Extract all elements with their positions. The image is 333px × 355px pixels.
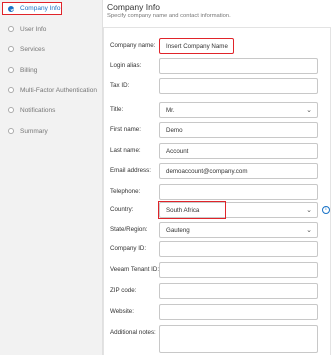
email-label: Email address: xyxy=(110,167,151,174)
title-select[interactable]: Mr. ⌄ xyxy=(159,102,318,118)
notes-textarea[interactable] xyxy=(159,325,318,353)
website-row: Website: xyxy=(104,304,332,320)
country-highlight-box xyxy=(158,201,226,219)
zip-label: ZIP code: xyxy=(110,287,137,294)
sidebar-item-label: Notifications xyxy=(20,106,56,114)
company-name-row: Company name: Insert Company Name xyxy=(104,38,332,54)
circle-icon xyxy=(8,67,14,73)
circle-icon xyxy=(8,107,14,113)
telephone-row: Telephone: xyxy=(104,184,332,200)
sidebar-item-services[interactable]: Services xyxy=(8,42,45,56)
sidebar-item-billing[interactable]: Billing xyxy=(8,63,37,77)
notes-row: Additional notes: xyxy=(104,325,332,353)
info-icon[interactable]: i xyxy=(322,206,330,214)
last-name-field[interactable]: Account xyxy=(159,143,318,159)
zip-field[interactable] xyxy=(159,283,318,299)
check-circle-icon xyxy=(8,5,14,12)
state-value: Gauteng xyxy=(166,227,190,234)
sidebar-item-user-info[interactable]: User Info xyxy=(8,22,46,36)
circle-icon xyxy=(8,46,14,52)
login-alias-field[interactable] xyxy=(159,58,318,74)
company-name-field[interactable]: Insert Company Name xyxy=(159,38,234,54)
company-id-row: Company ID: xyxy=(104,241,332,257)
circle-icon xyxy=(8,87,14,93)
last-name-row: Last name: Account xyxy=(104,143,332,159)
title-row: Title: Mr. ⌄ xyxy=(104,102,332,118)
company-info-form: Company name: Insert Company Name Login … xyxy=(103,27,331,355)
sidebar-item-summary[interactable]: Summary xyxy=(8,124,48,138)
circle-icon xyxy=(8,128,14,134)
telephone-field[interactable] xyxy=(159,184,318,200)
country-row: Country: South Africa ⌄ i xyxy=(104,201,332,219)
website-label: Website: xyxy=(110,308,134,315)
tenant-id-field[interactable] xyxy=(159,262,318,278)
chevron-down-icon: ⌄ xyxy=(306,227,312,234)
main-panel: Company Info Specify company name and co… xyxy=(103,0,333,355)
page-title: Company Info xyxy=(107,2,160,12)
country-label: Country: xyxy=(110,206,134,213)
sidebar-item-label: Services xyxy=(20,45,45,53)
sidebar-item-notifications[interactable]: Notifications xyxy=(8,103,55,117)
state-label: State/Region: xyxy=(110,226,148,233)
sidebar-item-label: User Info xyxy=(20,25,47,33)
website-field[interactable] xyxy=(159,304,318,320)
chevron-down-icon: ⌄ xyxy=(306,207,312,214)
company-name-label: Company name: xyxy=(110,42,156,49)
login-alias-label: Login alias: xyxy=(110,62,142,69)
sidebar-item-company-info[interactable]: Company Info xyxy=(2,2,62,15)
company-id-label: Company ID: xyxy=(110,245,147,252)
notes-label: Additional notes: xyxy=(110,329,156,336)
first-name-label: First name: xyxy=(110,126,141,133)
tax-id-field[interactable] xyxy=(159,78,318,94)
sidebar-item-label: Summary xyxy=(20,127,48,135)
company-id-field[interactable] xyxy=(159,241,318,257)
wizard-sidebar: Company Info User Info Services Billing … xyxy=(0,0,103,355)
sidebar-item-mfa[interactable]: Multi-Factor Authentication xyxy=(8,83,97,97)
login-alias-row: Login alias: xyxy=(104,58,332,74)
state-select[interactable]: Gauteng ⌄ xyxy=(159,222,318,238)
telephone-label: Telephone: xyxy=(110,188,141,195)
title-label: Title: xyxy=(110,106,124,113)
title-value: Mr. xyxy=(166,107,175,114)
tenant-id-row: Veeam Tenant ID: xyxy=(104,262,332,278)
email-field[interactable]: demoaccount@company.com xyxy=(159,163,318,179)
first-name-row: First name: Demo xyxy=(104,122,332,138)
first-name-field[interactable]: Demo xyxy=(159,122,318,138)
sidebar-item-label: Billing xyxy=(20,66,38,74)
state-row: State/Region: Gauteng ⌄ xyxy=(104,222,332,238)
tenant-id-label: Veeam Tenant ID: xyxy=(110,266,160,273)
tax-id-row: Tax ID: xyxy=(104,78,332,94)
sidebar-item-label: Multi-Factor Authentication xyxy=(20,86,97,94)
last-name-label: Last name: xyxy=(110,147,141,154)
page-subtitle: Specify company name and contact informa… xyxy=(107,13,231,19)
sidebar-item-label: Company Info xyxy=(20,5,61,12)
circle-icon xyxy=(8,26,14,32)
chevron-down-icon: ⌄ xyxy=(306,107,312,114)
tax-id-label: Tax ID: xyxy=(110,82,130,89)
zip-row: ZIP code: xyxy=(104,283,332,299)
email-row: Email address: demoaccount@company.com xyxy=(104,163,332,179)
